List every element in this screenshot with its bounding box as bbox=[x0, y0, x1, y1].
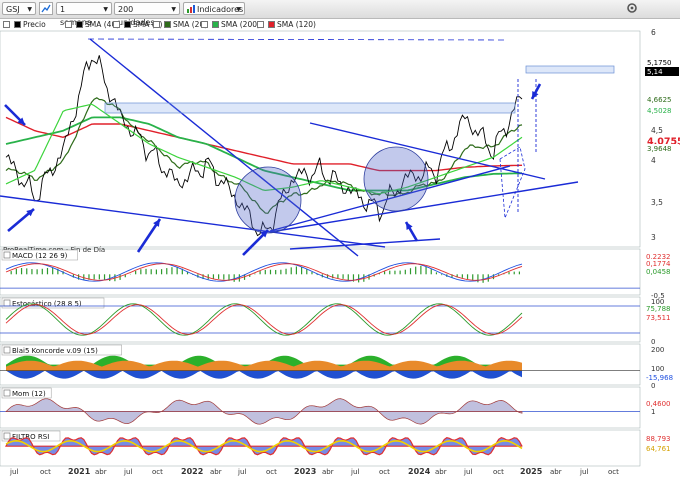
indicators-button[interactable]: Indicadores ▼ bbox=[183, 2, 245, 15]
x-axis-tick-label: oct bbox=[608, 468, 619, 476]
panel-value-label: 0,0458 bbox=[645, 267, 679, 276]
x-axis-tick-label: oct bbox=[266, 468, 277, 476]
panel-value-text: 75,788 bbox=[646, 305, 671, 313]
price-tick-label: 6 bbox=[651, 28, 656, 37]
panel-value-text: 0,1774 bbox=[646, 260, 671, 268]
zone-rectangle[interactable] bbox=[104, 102, 516, 114]
price-tick-label: 4,5 bbox=[651, 126, 663, 135]
x-axis-tick-label: abr bbox=[95, 468, 107, 476]
x-axis-tick-label: oct bbox=[379, 468, 390, 476]
price-label: 3,9648 bbox=[645, 144, 679, 153]
panel-value-label: 88,793 bbox=[645, 434, 679, 443]
price-tick-label: 3 bbox=[651, 233, 656, 242]
x-axis-tick-label: 2025 bbox=[520, 467, 543, 476]
units-select[interactable]: 200 unidades ▼ bbox=[114, 2, 180, 27]
checkbox-icon[interactable] bbox=[3, 432, 11, 440]
price-label: 5,14 bbox=[645, 67, 679, 76]
panel-tick-label: 100 bbox=[651, 365, 664, 373]
symbol-label: GSJ bbox=[6, 5, 20, 14]
panel-title-box[interactable]: Blai5 Koncorde v.09 (15) bbox=[1, 344, 122, 356]
panel-tick-label: 200 bbox=[651, 346, 664, 354]
highlight-circle[interactable] bbox=[234, 166, 302, 234]
x-axis-tick-label: jul bbox=[9, 468, 18, 476]
panel-value-text: -15,968 bbox=[646, 374, 673, 382]
x-axis-tick-label: jul bbox=[350, 468, 359, 476]
panel-tick-label: 0 bbox=[651, 338, 655, 346]
dropdown-caret-icon: ▼ bbox=[27, 6, 32, 13]
x-axis-tick-label: abr bbox=[550, 468, 562, 476]
panel-value-text: 0,4600 bbox=[646, 400, 671, 408]
panel-value-text: 73,511 bbox=[646, 314, 671, 322]
price-label-text: 4,5028 bbox=[647, 107, 672, 115]
checkbox-icon[interactable] bbox=[3, 299, 11, 307]
x-axis-tick-label: oct bbox=[152, 468, 163, 476]
x-axis-tick-label: jul bbox=[463, 468, 472, 476]
panel-title-box[interactable]: Mom (12) bbox=[1, 387, 52, 399]
panel-title-box[interactable]: Estocástico (28 8 5) bbox=[1, 297, 105, 309]
panel-tick-label: 1 bbox=[651, 408, 655, 416]
x-axis-tick-label: oct bbox=[40, 468, 51, 476]
panel-value-label: 0,4600 bbox=[645, 399, 679, 408]
price-label-text: 3,9648 bbox=[647, 145, 672, 153]
panel-value-label: 0,1774 bbox=[645, 259, 679, 268]
panel-value-label: -15,968 bbox=[645, 373, 679, 382]
dropdown-caret-icon: ▼ bbox=[171, 6, 176, 13]
toolbar: GSJ ▼ 1 semana▼ 200 unidades▼ Indicadores… bbox=[0, 0, 680, 27]
x-axis-tick-label: 2022 bbox=[181, 467, 203, 476]
panel-title: Mom (12) bbox=[12, 390, 46, 398]
panel-title: Estocástico (28 8 5) bbox=[12, 300, 82, 308]
settings-icon[interactable] bbox=[626, 2, 640, 15]
x-axis-tick-label: abr bbox=[322, 468, 334, 476]
price-label-text: 5,14 bbox=[647, 68, 663, 76]
checkbox-icon[interactable] bbox=[3, 251, 11, 259]
panel-value-text: 88,793 bbox=[646, 435, 671, 443]
panel-value-label: 64,761 bbox=[645, 444, 679, 453]
x-axis-tick-label: jul bbox=[237, 468, 246, 476]
indicator-icon bbox=[186, 4, 196, 18]
price-label: 4,5028 bbox=[645, 106, 679, 115]
x-axis-tick-label: 2024 bbox=[408, 467, 431, 476]
price-label: 5,1750 bbox=[645, 58, 679, 67]
chart-canvas[interactable]: ProRealTime.com - Fin de Día65,554,543,5… bbox=[0, 19, 680, 479]
panel-value-text: 0,0458 bbox=[646, 268, 671, 276]
price-label-text: 5,1750 bbox=[647, 59, 672, 67]
price-label-text: 4,6625 bbox=[647, 96, 672, 104]
x-axis-tick-label: jul bbox=[579, 468, 588, 476]
panel-title: Blai5 Koncorde v.09 (15) bbox=[12, 347, 98, 355]
panel-tick-label: 0 bbox=[651, 382, 655, 390]
dropdown-caret-icon: ▼ bbox=[103, 6, 108, 13]
x-axis-tick-label: 2023 bbox=[294, 467, 316, 476]
panel-title-box[interactable]: MACD (12 26 9) bbox=[1, 249, 78, 261]
timeframe-select[interactable]: 1 semana▼ bbox=[56, 2, 112, 27]
x-axis-tick-label: jul bbox=[123, 468, 132, 476]
zone-rectangle[interactable] bbox=[525, 65, 615, 74]
price-label: 4,6625 bbox=[645, 95, 679, 104]
x-axis-tick-label: oct bbox=[493, 468, 504, 476]
checkbox-icon[interactable] bbox=[3, 389, 11, 397]
panel-value-label: 75,788 bbox=[645, 304, 679, 313]
symbol-select[interactable]: GSJ ▼ bbox=[2, 2, 36, 15]
highlight-circle[interactable] bbox=[363, 146, 429, 212]
price-tick-label: 4 bbox=[651, 156, 656, 165]
panel-value-text: 64,761 bbox=[646, 445, 671, 453]
chart-type-icon[interactable] bbox=[39, 2, 53, 15]
price-tick-label: 3,5 bbox=[651, 198, 663, 207]
panel-value-label: 73,511 bbox=[645, 313, 679, 322]
panel-title: MACD (12 26 9) bbox=[12, 252, 68, 260]
checkbox-icon[interactable] bbox=[3, 346, 11, 354]
x-axis-tick-label: abr bbox=[435, 468, 447, 476]
dropdown-caret-icon: ▼ bbox=[236, 6, 241, 13]
x-axis-tick-label: abr bbox=[210, 468, 222, 476]
x-axis-tick-label: 2021 bbox=[68, 467, 91, 476]
